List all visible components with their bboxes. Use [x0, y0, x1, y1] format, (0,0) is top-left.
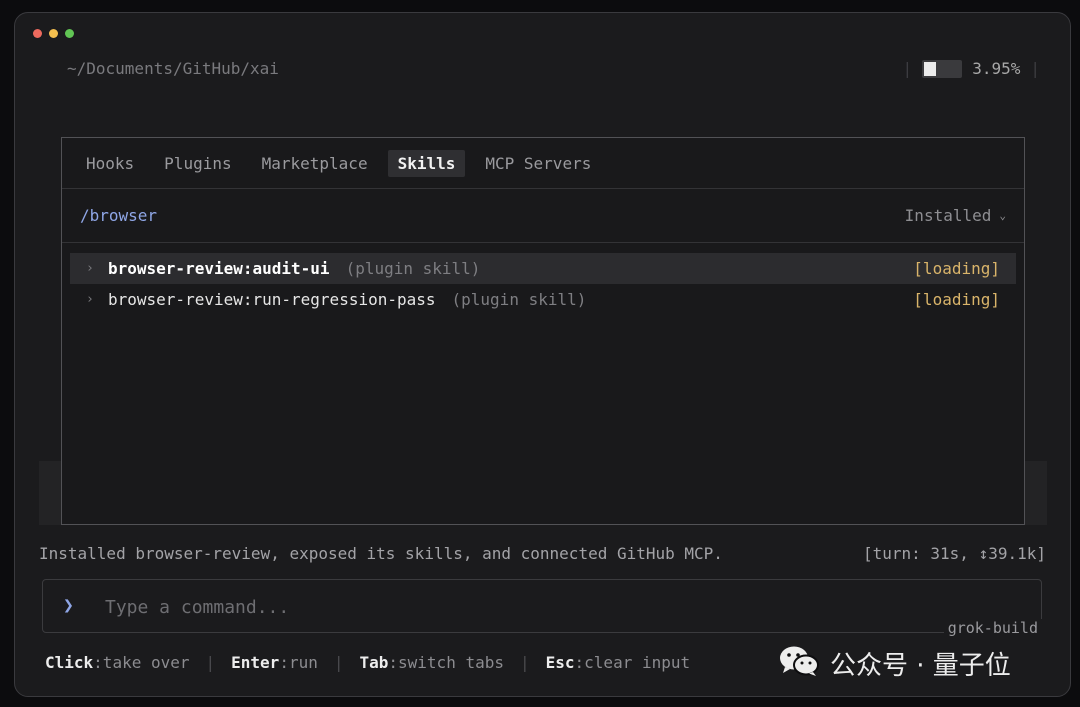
tab-plugins[interactable]: Plugins	[154, 150, 241, 177]
turn-stats: [turn: 31s, ↕39.1k]	[862, 544, 1046, 563]
hint-key: Esc	[545, 653, 575, 672]
close-window-button[interactable]	[33, 29, 42, 38]
status-badge: [loading]	[913, 259, 1000, 278]
scope-label: Installed	[904, 206, 992, 225]
command-input[interactable]	[103, 592, 807, 622]
watermark-text: 公众号 · 量子位	[830, 650, 1011, 681]
filter-row: /browser Installed ⌄	[62, 189, 1024, 243]
hint-action: :clear input	[574, 653, 691, 672]
tab-bar: Hooks Plugins Marketplace Skills MCP Ser…	[62, 138, 1024, 189]
context-usage: | 3.95% |	[903, 59, 1040, 78]
prompt-icon: ❯	[63, 595, 74, 616]
divider: |	[333, 653, 344, 672]
tab-mcp-servers[interactable]: MCP Servers	[475, 150, 601, 177]
divider: |	[902, 59, 913, 78]
status-message: Installed browser-review, exposed its sk…	[39, 544, 723, 563]
status-badge: [loading]	[913, 290, 1000, 309]
chevron-down-icon: ⌄	[999, 209, 1006, 222]
divider: |	[519, 653, 530, 672]
chevron-right-icon: ›	[86, 261, 94, 276]
list-item[interactable]: › browser-review:audit-ui (plugin skill)…	[70, 253, 1016, 284]
traffic-lights	[33, 29, 74, 38]
brand-label: grok-build	[943, 619, 1042, 637]
hint-click: Click:take over	[45, 653, 190, 672]
hint-action: :take over	[93, 653, 190, 672]
hint-tab: Tab:switch tabs	[359, 653, 504, 672]
skill-list: › browser-review:audit-ui (plugin skill)…	[62, 243, 1024, 315]
tab-marketplace[interactable]: Marketplace	[252, 150, 378, 177]
skill-kind: (plugin skill)	[451, 290, 587, 309]
hint-key: Enter	[231, 653, 280, 672]
keyboard-hints: Click:take over | Enter:run | Tab:switch…	[45, 653, 690, 672]
maximize-window-button[interactable]	[65, 29, 74, 38]
search-query[interactable]: /browser	[80, 206, 157, 225]
chevron-right-icon: ›	[86, 292, 94, 307]
skill-name: browser-review:audit-ui	[108, 259, 330, 278]
hint-key: Tab	[359, 653, 389, 672]
skill-kind: (plugin skill)	[345, 259, 481, 278]
scope-dropdown[interactable]: Installed ⌄	[905, 206, 1006, 225]
working-directory: ~/Documents/GitHub/xai	[67, 59, 279, 78]
hint-esc: Esc:clear input	[546, 653, 691, 672]
minimize-window-button[interactable]	[49, 29, 58, 38]
usage-bar	[922, 59, 963, 78]
tab-skills[interactable]: Skills	[387, 149, 466, 177]
usage-bar-fill	[924, 61, 937, 76]
tab-hooks[interactable]: Hooks	[76, 150, 144, 177]
divider: |	[1030, 59, 1040, 78]
terminal-window: ~/Documents/GitHub/xai | 3.95% | Hooks P…	[14, 12, 1071, 697]
list-item[interactable]: › browser-review:run-regression-pass (pl…	[70, 284, 1016, 315]
plugin-manager-panel: Hooks Plugins Marketplace Skills MCP Ser…	[61, 137, 1025, 525]
usage-percent: 3.95%	[972, 59, 1021, 78]
command-input-box: ❯	[42, 579, 1042, 633]
hint-action: :switch tabs	[388, 653, 504, 672]
hint-key: Click	[45, 653, 94, 672]
wechat-icon	[778, 644, 820, 682]
hint-enter: Enter:run	[231, 653, 318, 672]
hint-action: :run	[279, 653, 318, 672]
divider: |	[205, 653, 216, 672]
skill-name: browser-review:run-regression-pass	[108, 290, 436, 309]
watermark: 公众号 · 量子位	[778, 644, 1011, 682]
